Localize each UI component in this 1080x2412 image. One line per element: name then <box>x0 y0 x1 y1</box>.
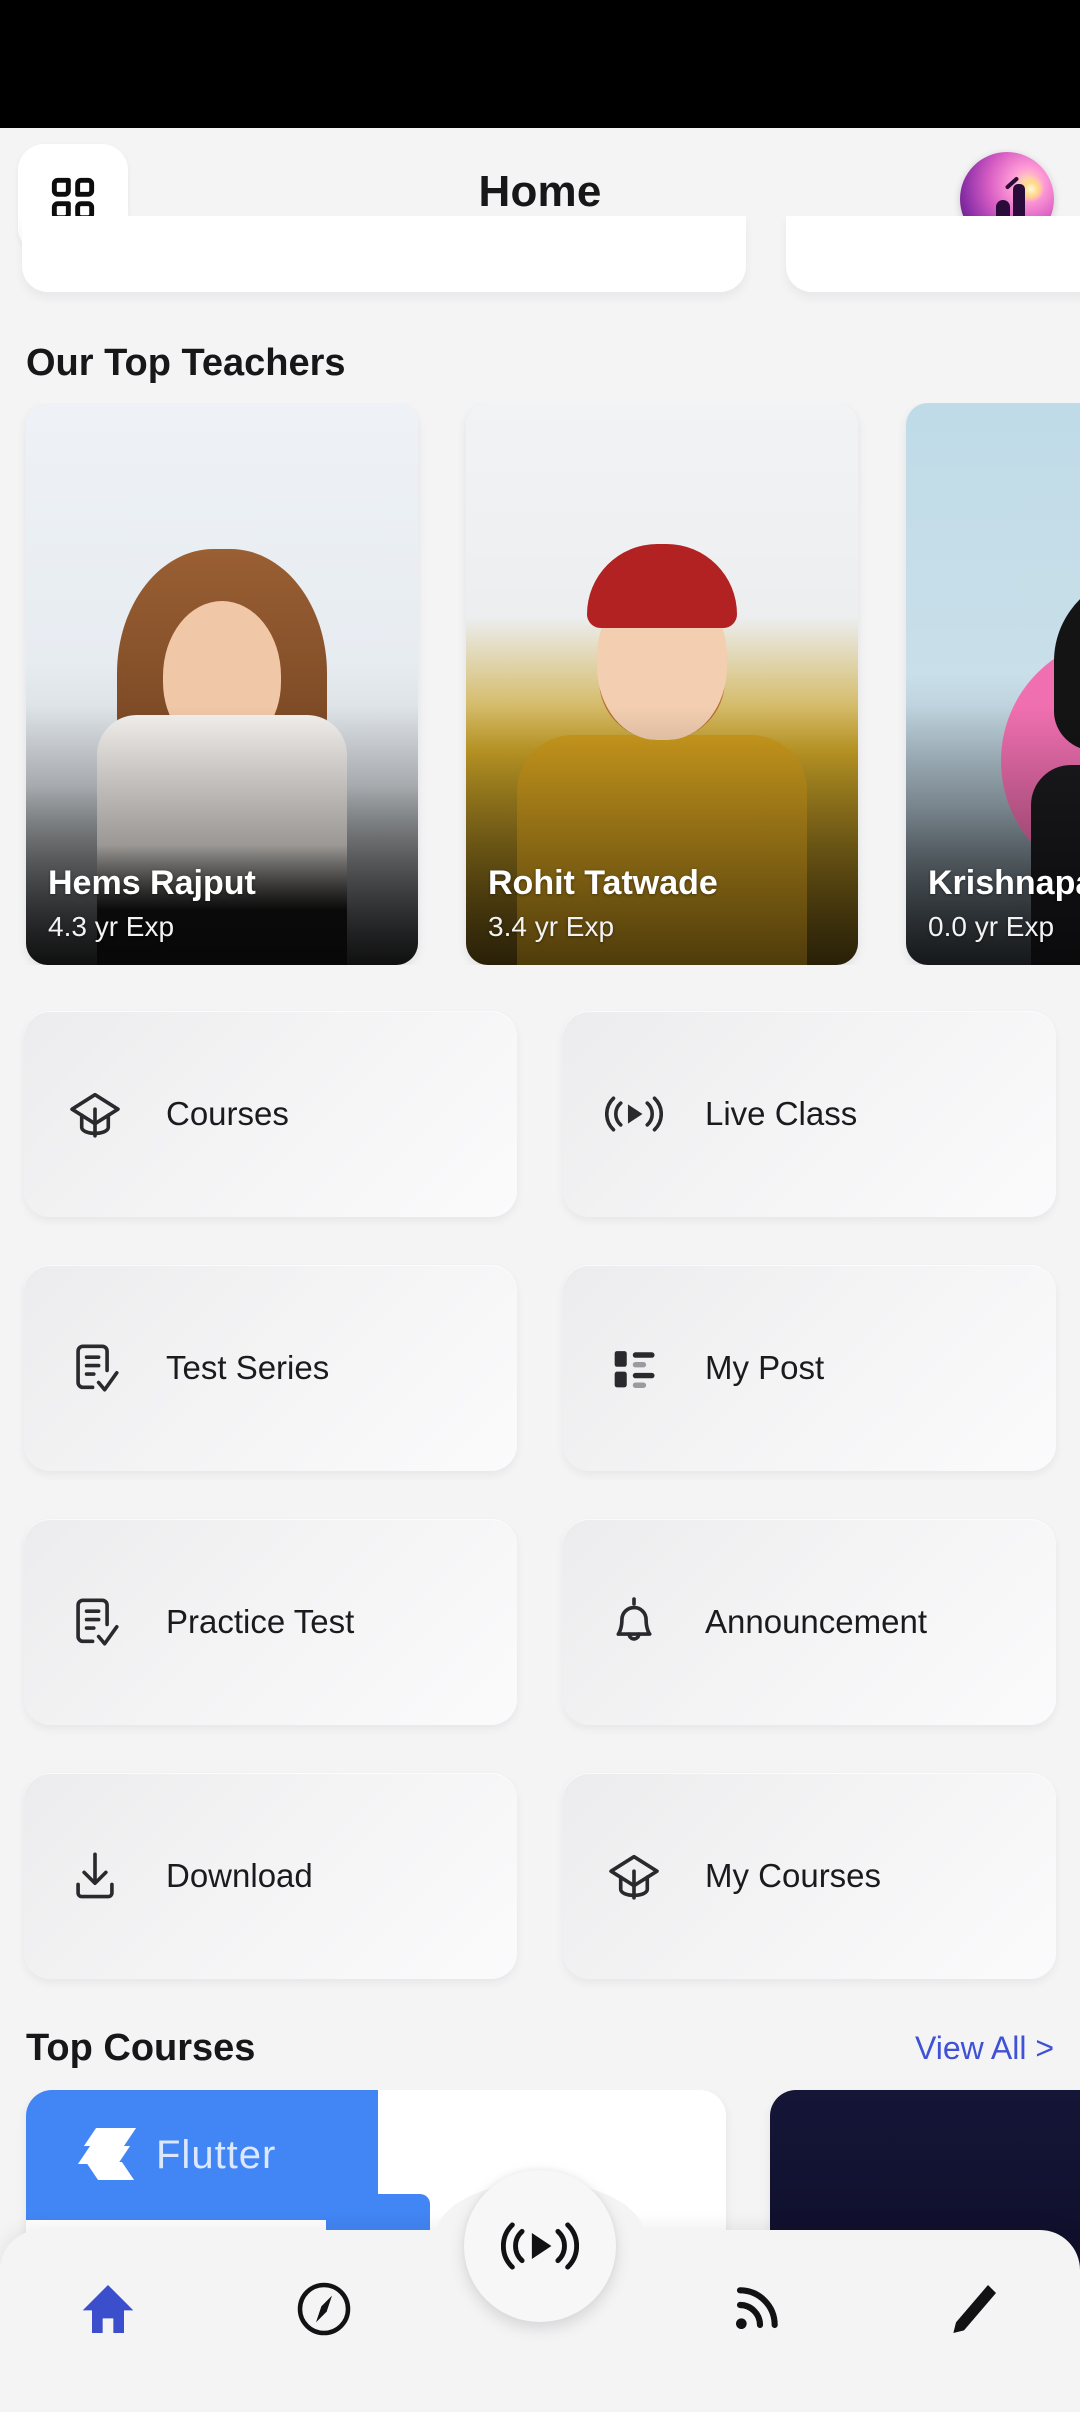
teacher-hat <box>587 543 737 628</box>
download-icon <box>66 1847 124 1905</box>
teacher-card[interactable]: Krishnapa 0.0 yr Exp <box>906 403 1080 965</box>
graduation-cap-icon <box>605 1847 663 1905</box>
peek-card-right[interactable] <box>786 216 1080 292</box>
graduation-cap-icon <box>66 1085 124 1143</box>
menu-item-announcement[interactable]: Announcement <box>563 1519 1056 1725</box>
menu-item-my-post[interactable]: My Post <box>563 1265 1056 1471</box>
menu-item-label: Download <box>166 1857 313 1894</box>
status-bar <box>0 0 1080 128</box>
top-courses-header: Top Courses View All > <box>0 1979 1080 2090</box>
live-broadcast-icon <box>501 2207 579 2285</box>
view-all-link[interactable]: View All > <box>915 2030 1054 2067</box>
menu-item-live-class[interactable]: Live Class <box>563 1011 1056 1217</box>
menu-item-my-courses[interactable]: My Courses <box>563 1773 1056 1979</box>
document-check-icon <box>66 1339 124 1397</box>
menu-item-label: Practice Test <box>166 1603 355 1640</box>
nav-item-feed[interactable] <box>648 2277 864 2365</box>
menu-item-label: My Post <box>705 1349 825 1386</box>
document-check-icon <box>66 1593 124 1651</box>
teacher-experience: 4.3 yr Exp <box>48 911 175 942</box>
scroll-content[interactable]: Our Top Teachers Hems Rajput 4.3 yr Exp <box>0 216 1080 2390</box>
avatar-figure-standing <box>1012 183 1025 218</box>
teacher-meta: Rohit Tatwade 3.4 yr Exp <box>488 864 842 943</box>
teacher-name: Rohit Tatwade <box>488 864 718 902</box>
menu-item-test-series[interactable]: Test Series <box>24 1265 517 1471</box>
rss-feed-icon <box>724 2277 788 2341</box>
teacher-meta: Krishnapa 0.0 yr Exp <box>928 864 1080 943</box>
menu-item-courses[interactable]: Courses <box>24 1011 517 1217</box>
menu-item-label: Live Class <box>705 1095 858 1132</box>
teacher-meta: Hems Rajput 4.3 yr Exp <box>48 864 402 943</box>
live-broadcast-icon <box>605 1085 663 1143</box>
course-thumbnail: Flutter <box>26 2090 378 2220</box>
teacher-card[interactable]: Rohit Tatwade 3.4 yr Exp <box>466 403 858 965</box>
bottom-navigation-bar <box>0 2170 1080 2412</box>
teacher-experience: 3.4 yr Exp <box>488 911 615 942</box>
menu-item-label: Announcement <box>705 1603 927 1640</box>
app-screen: Home Our Top Teachers Hems Rajput 4.3 yr… <box>0 0 1080 2412</box>
teacher-experience: 0.0 yr Exp <box>928 911 1055 942</box>
quick-menu-grid: Courses Live Class Test Series My Post P… <box>0 965 1080 1979</box>
menu-item-download[interactable]: Download <box>24 1773 517 1979</box>
peek-card-left[interactable] <box>22 216 746 292</box>
nav-item-explore[interactable] <box>216 2277 432 2365</box>
bell-icon <box>605 1593 663 1651</box>
nav-item-write[interactable] <box>864 2277 1080 2365</box>
teacher-name: Krishnapa <box>928 864 1080 902</box>
menu-item-label: My Courses <box>705 1857 882 1894</box>
feed-list-icon <box>605 1339 663 1397</box>
menu-item-label: Courses <box>166 1095 289 1132</box>
menu-item-label: Test Series <box>166 1349 330 1386</box>
compass-icon <box>292 2277 356 2341</box>
home-icon <box>76 2277 140 2341</box>
teacher-card[interactable]: Hems Rajput 4.3 yr Exp <box>26 403 418 965</box>
live-broadcast-fab[interactable] <box>464 2170 616 2322</box>
nav-item-home[interactable] <box>0 2277 216 2365</box>
pencil-icon <box>940 2277 1004 2341</box>
flutter-logo-icon <box>77 2124 142 2186</box>
teachers-section-title: Our Top Teachers <box>26 342 346 384</box>
top-courses-title: Top Courses <box>26 2027 256 2069</box>
teacher-name: Hems Rajput <box>48 864 256 902</box>
previous-section-peek <box>0 216 1080 316</box>
teachers-carousel[interactable]: Hems Rajput 4.3 yr Exp Rohit Tatwade 3.4… <box>0 403 1080 965</box>
course-title: Flutter <box>156 2132 277 2177</box>
course-thumbnail-accent <box>326 2194 430 2234</box>
menu-item-practice-test[interactable]: Practice Test <box>24 1519 517 1725</box>
